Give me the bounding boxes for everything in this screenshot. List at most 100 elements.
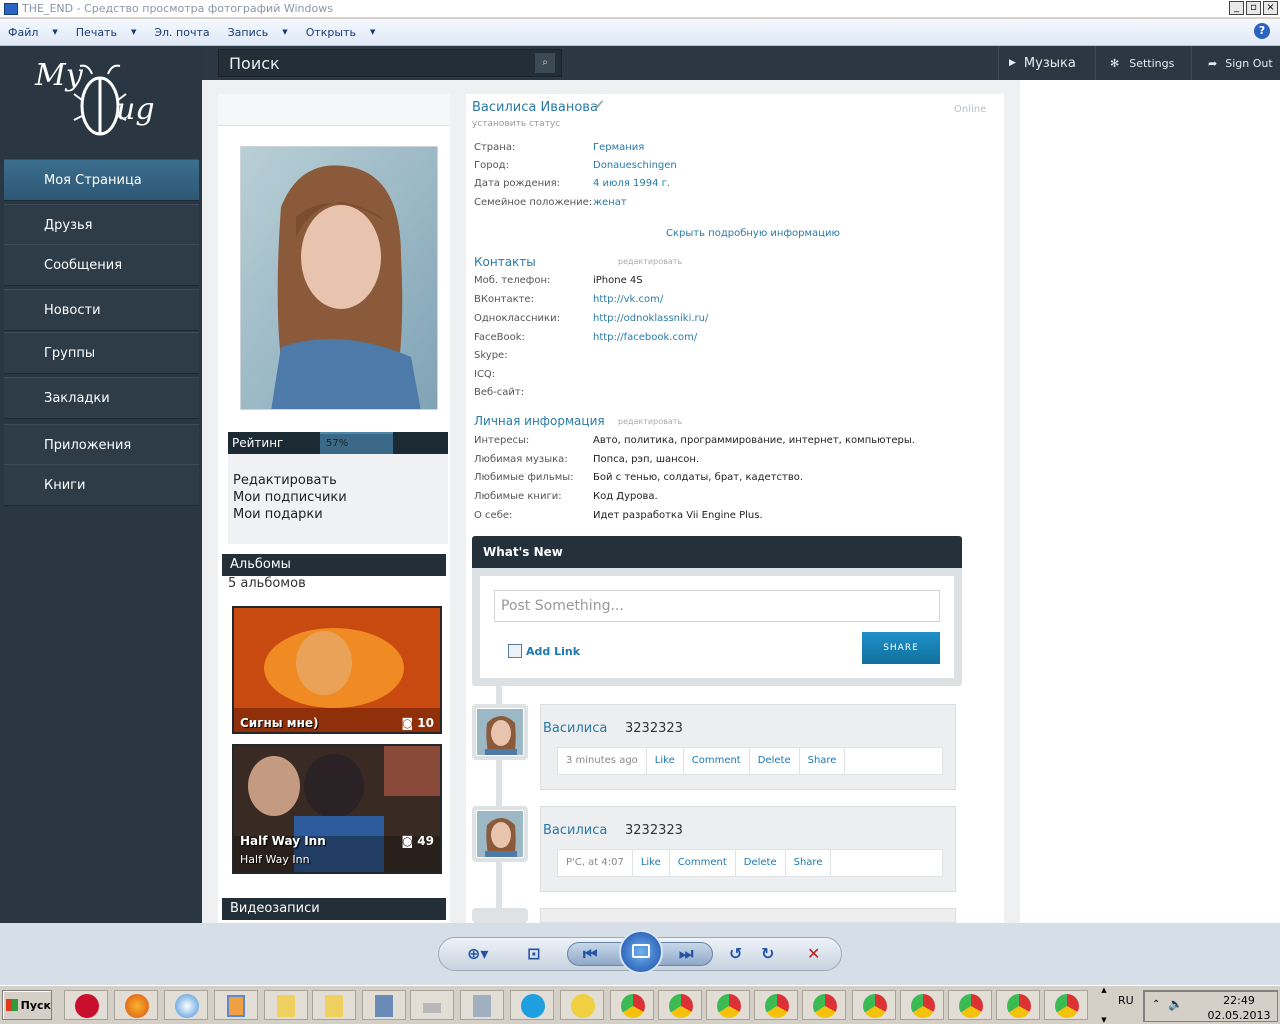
contact-value: iPhone 4S [593,275,643,286]
contact-value[interactable]: http://vk.com/ [593,294,663,305]
rotate-right-icon[interactable]: ↻ [761,944,774,963]
menu-email[interactable]: Эл. почта [154,26,209,39]
menu-burn[interactable]: Запись ▼ [228,26,288,39]
album-card[interactable]: Half Way Inn Half Way Inn ◙ 49 [232,744,442,874]
clock[interactable]: 22:49 02.05.2013 [1204,993,1274,1023]
comment-button[interactable]: Comment [684,747,750,775]
share-button[interactable]: SHARE [862,632,940,664]
nav-apps[interactable]: Приложения [4,424,199,466]
chrome-icon[interactable] [802,990,846,1020]
actual-size-icon[interactable]: ⊡ [527,944,540,963]
rotate-left-icon[interactable]: ↺ [729,944,742,963]
chrome-icon[interactable] [754,990,798,1020]
firefox-icon[interactable] [114,990,158,1020]
chrome-icon[interactable] [1044,990,1088,1020]
share-post-button[interactable]: Share [800,747,846,775]
music-link[interactable]: ▶ Музыка [998,46,1094,80]
recycle-bin-icon[interactable] [460,990,504,1020]
comment-button[interactable]: Comment [670,849,736,877]
menu-open[interactable]: Открыть ▼ [306,26,376,39]
slideshow-button[interactable] [619,930,663,974]
nav-bookmarks[interactable]: Закладки [4,377,199,419]
window-title: THE_END - Средство просмотра фотографий … [22,2,333,15]
chrome-icon[interactable] [948,990,992,1020]
taskbar-scroll[interactable]: ▲ ▼ [1096,986,1112,1024]
like-button[interactable]: Like [647,747,684,775]
edit-personal-link[interactable]: редактировать [618,417,682,426]
scroll-up-icon[interactable]: ▲ [1101,986,1106,994]
hide-info-link[interactable]: Скрыть подробную информацию [666,228,840,239]
menu-file[interactable]: Файл ▼ [8,26,58,39]
tray-expand-icon[interactable]: ⌃ [1152,999,1160,1010]
search-icon[interactable]: ⌕ [535,53,555,73]
info-value[interactable]: 4 июля 1994 г. [593,178,670,189]
messenger-icon[interactable] [560,990,604,1020]
info-value[interactable]: Германия [593,142,644,153]
nav-friends[interactable]: Друзья [4,204,199,246]
safari-icon[interactable] [164,990,208,1020]
zoom-icon[interactable]: ⊕▾ [467,944,488,963]
like-button[interactable]: Like [633,849,670,877]
info-value[interactable]: Donaueschingen [593,160,677,171]
post-input[interactable]: Post Something... [494,590,940,622]
close-button[interactable]: × [1263,1,1278,15]
contact-value[interactable]: http://facebook.com/ [593,332,697,343]
chrome-icon[interactable] [610,990,654,1020]
delete-icon[interactable]: ✕ [807,944,820,963]
signout-link[interactable]: ➦ Sign Out [1191,46,1280,80]
album-card[interactable]: Сигны мне) ◙ 10 [232,606,442,734]
post-avatar[interactable] [472,806,528,862]
volume-icon[interactable]: 🔈 [1168,997,1183,1011]
search-input[interactable]: Поиск ⌕ [218,49,562,77]
chrome-icon[interactable] [706,990,750,1020]
share-post-button[interactable]: Share [786,849,832,877]
previous-icon[interactable]: ⏮ [583,944,597,964]
chrome-icon[interactable] [900,990,944,1020]
next-icon[interactable]: ⏭ [679,944,693,964]
settings-link[interactable]: ✻ Settings [1095,46,1190,80]
add-link-button[interactable]: Add Link [508,644,580,658]
media-player-icon[interactable] [214,990,258,1020]
maximize-button[interactable]: ▫ [1246,1,1261,15]
personal-value: Идет разработка Vii Engine Plus. [593,510,763,521]
chrome-icon[interactable] [852,990,896,1020]
info-value[interactable]: женат [593,197,627,208]
profile-avatar[interactable] [240,146,438,410]
subscribers-link[interactable]: Мои подписчики [233,489,448,506]
albums-heading[interactable]: Альбомы [222,554,446,576]
site-logo[interactable]: My ug [30,54,170,144]
post-author[interactable]: Василиса [543,823,607,838]
delete-button[interactable]: Delete [750,747,800,775]
profile-name: Василиса Иванова [472,100,598,115]
folder-icon[interactable] [264,990,308,1020]
computer-icon[interactable] [362,990,406,1020]
nav-my-page[interactable]: Моя Страница [4,159,199,201]
skype-icon[interactable] [510,990,554,1020]
chrome-icon[interactable] [658,990,702,1020]
post-avatar[interactable] [472,908,528,923]
videos-heading[interactable]: Видеозаписи [222,898,446,920]
menu-print[interactable]: Печать ▼ [76,26,137,39]
drive-icon[interactable] [410,990,454,1020]
minimize-button[interactable]: _ [1229,1,1244,15]
folder-icon[interactable] [312,990,356,1020]
set-status-link[interactable]: установить статус [472,119,560,129]
language-indicator[interactable]: RU [1118,994,1134,1007]
nav-news[interactable]: Новости [4,289,199,331]
scroll-down-icon[interactable]: ▼ [1101,1016,1106,1024]
chrome-icon[interactable] [996,990,1040,1020]
contact-value[interactable]: http://odnoklassniki.ru/ [593,313,708,324]
start-button[interactable]: Пуск [2,990,52,1020]
opera-icon[interactable] [64,990,108,1020]
nav-groups[interactable]: Группы [4,332,199,374]
post-avatar[interactable] [472,704,528,760]
edit-contacts-link[interactable]: редактировать [618,257,682,266]
nav-messages[interactable]: Сообщения [4,244,199,286]
nav-books[interactable]: Книги [4,464,199,506]
info-label: Дата рождения: [474,178,561,189]
gifts-link[interactable]: Мои подарки [233,506,448,523]
edit-profile-link[interactable]: Редактировать [233,472,448,489]
delete-button[interactable]: Delete [736,849,786,877]
help-icon[interactable]: ? [1254,23,1270,39]
post-author[interactable]: Василиса [543,721,607,736]
